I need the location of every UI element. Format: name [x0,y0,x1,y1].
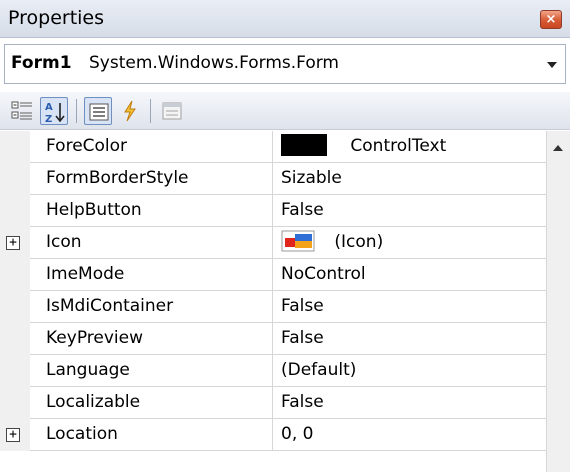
property-row-forecolor[interactable]: ForeColor ControlText [0,131,546,163]
property-row-localizable[interactable]: Localizable False [0,387,546,419]
property-name: KeyPreview [30,323,273,355]
row-gutter [0,195,30,227]
categorized-icon[interactable] [8,97,36,125]
property-value[interactable]: 0, 0 [273,419,546,451]
property-value[interactable]: Sizable [273,163,546,195]
row-gutter [0,323,30,355]
object-name: Form1 [11,53,72,73]
property-value[interactable]: (Default) [273,355,546,387]
vertical-scrollbar[interactable] [546,131,570,472]
expand-icon[interactable]: + [6,236,20,250]
chevron-down-icon[interactable] [547,62,557,68]
svg-text:Z: Z [45,114,52,125]
property-value[interactable]: False [273,195,546,227]
object-selector-dropdown[interactable]: Form1 System.Windows.Forms.Form [4,44,566,84]
property-value-forecolor[interactable]: ControlText [273,131,546,163]
alphabetical-icon[interactable]: A Z [40,97,68,125]
property-pages-icon[interactable] [158,97,186,125]
toolbar-separator [150,99,151,123]
scroll-up-icon[interactable] [553,145,563,151]
property-name: Language [30,355,273,387]
property-row-keypreview[interactable]: KeyPreview False [0,323,546,355]
property-name: FormBorderStyle [30,163,273,195]
form-icon-preview [281,230,315,252]
property-toolbar: A Z [0,92,570,130]
property-value-icon[interactable]: (Icon) [273,227,546,259]
property-name: IsMdiContainer [30,291,273,323]
property-name: Icon [30,227,273,259]
property-name: ForeColor [30,131,273,163]
object-type: System.Windows.Forms.Form [89,53,339,73]
properties-icon[interactable] [84,97,112,125]
property-row-ismdicontainer[interactable]: IsMdiContainer False [0,291,546,323]
property-value[interactable]: False [273,323,546,355]
window-title: Properties [8,7,105,29]
property-row-imemode[interactable]: ImeMode NoControl [0,259,546,291]
row-gutter: + [0,419,30,451]
toolbar-separator [76,99,77,123]
row-gutter [0,355,30,387]
property-name: ImeMode [30,259,273,291]
property-name: Location [30,419,273,451]
property-name: Localizable [30,387,273,419]
property-row-formborderstyle[interactable]: FormBorderStyle Sizable [0,163,546,195]
property-value-text: ControlText [350,136,447,156]
row-gutter [0,259,30,291]
events-icon[interactable] [116,97,144,125]
property-name: HelpButton [30,195,273,227]
row-gutter: + [0,227,30,259]
close-icon[interactable]: × [540,10,562,29]
close-glyph: × [545,12,557,27]
property-row-location[interactable]: + Location 0, 0 [0,419,546,451]
row-gutter [0,163,30,195]
row-gutter [0,291,30,323]
property-row-helpbutton[interactable]: HelpButton False [0,195,546,227]
property-value[interactable]: False [273,291,546,323]
row-gutter [0,387,30,419]
row-gutter [0,131,30,163]
svg-text:A: A [45,102,53,113]
property-value[interactable]: False [273,387,546,419]
property-row-language[interactable]: Language (Default) [0,355,546,387]
color-swatch [281,133,327,156]
property-value-text: (Icon) [334,232,384,252]
expand-icon[interactable]: + [6,428,20,442]
property-value[interactable]: NoControl [273,259,546,291]
property-grid: ForeColor ControlText FormBorderStyle Si… [0,131,546,472]
property-row-icon[interactable]: + Icon (Icon) [0,227,546,259]
window-titlebar: Properties × [0,0,570,38]
